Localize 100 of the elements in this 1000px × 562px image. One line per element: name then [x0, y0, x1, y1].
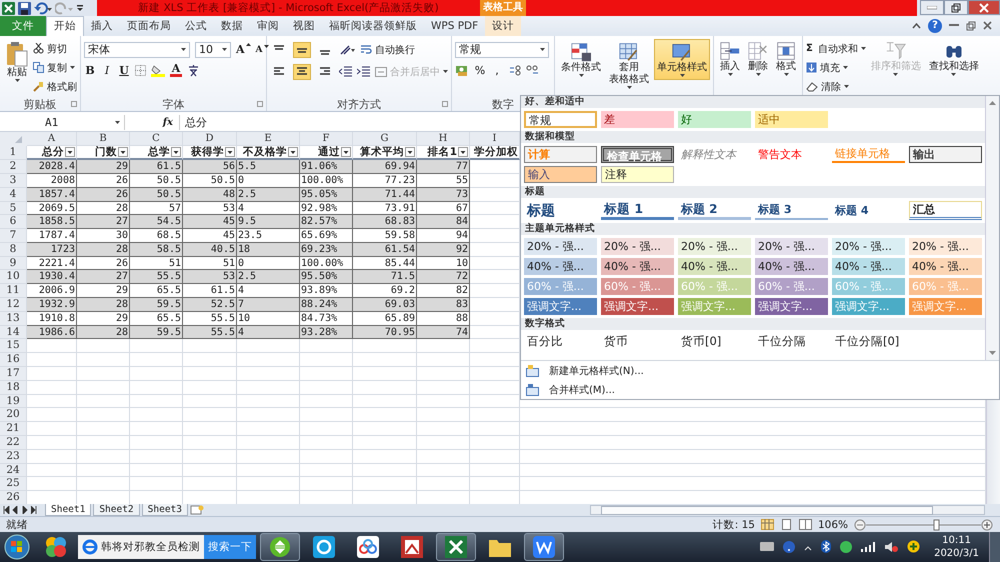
cell-style-option[interactable]: 20% - 强...	[678, 238, 751, 255]
horizontal-align-button[interactable]	[293, 64, 311, 80]
filter-dropdown-icon[interactable]	[171, 147, 181, 158]
ribbon-tab[interactable]: 公式	[178, 16, 214, 36]
cell-style-option[interactable]: 40% - 强...	[524, 258, 597, 275]
row-header[interactable]: 15	[0, 339, 27, 354]
scroll-down-icon[interactable]	[988, 350, 997, 356]
row-header[interactable]: 14	[0, 326, 27, 340]
ribbon-tab[interactable]: 视图	[286, 16, 322, 36]
filter-dropdown-icon[interactable]	[405, 147, 415, 158]
cell-style-option[interactable]: 汇总	[909, 201, 982, 220]
ribbon-tab[interactable]: 设计	[485, 16, 522, 36]
cell-style-option[interactable]: 千位分隔[0]	[832, 333, 905, 350]
cells-button[interactable]: 插入	[717, 38, 743, 78]
plus-circle-icon[interactable]	[907, 540, 920, 554]
sheet-tab[interactable]: Sheet1	[45, 504, 92, 516]
column-header[interactable]: C	[130, 132, 183, 146]
cell-style-option[interactable]: 20% - 强...	[601, 238, 674, 255]
row-header[interactable]: 9	[0, 256, 27, 270]
menu-item[interactable]: 新建单元格样式(N)...	[521, 361, 999, 380]
cell-style-option[interactable]: 40% - 强...	[755, 258, 828, 275]
row-header[interactable]: 3	[0, 174, 27, 188]
cells-button[interactable]: 格式	[773, 38, 799, 78]
cell-style-option[interactable]: 差	[601, 111, 674, 128]
column-header[interactable]: B	[77, 132, 130, 146]
font-size-field[interactable]: 10	[195, 42, 231, 58]
cell-style-option[interactable]: 40% - 强...	[678, 258, 751, 275]
restore-button[interactable]	[944, 0, 968, 15]
page-break-view-icon[interactable]	[798, 519, 812, 530]
ribbon-tab[interactable]: 审阅	[250, 16, 286, 36]
cell-styles-button[interactable]: 条件格式	[558, 38, 604, 80]
filter-dropdown-icon[interactable]	[118, 147, 128, 158]
row-header[interactable]: 5	[0, 202, 27, 216]
name-box[interactable]: A1	[0, 115, 125, 130]
row-header[interactable]: 10	[0, 270, 27, 284]
horizontal-scrollbar[interactable]	[590, 505, 985, 516]
filter-dropdown-icon[interactable]	[65, 147, 75, 158]
cell-style-option[interactable]: 强调文字...	[601, 298, 674, 315]
autosum-button[interactable]: Σ 自动求和	[806, 40, 866, 57]
ribbon-tab[interactable]: 插入	[84, 16, 120, 36]
percent-button[interactable]: %	[474, 64, 486, 77]
cell-style-option[interactable]: 20% - 强...	[832, 238, 905, 255]
decrease-indent-icon[interactable]	[339, 66, 352, 78]
dialog-launcher-icon[interactable]	[71, 101, 77, 108]
search-button[interactable]: 搜索一下	[204, 534, 256, 559]
font-color-button[interactable]: A	[170, 64, 182, 77]
save-icon[interactable]	[18, 2, 31, 14]
ribbon-tab[interactable]: 页面布局	[120, 16, 178, 36]
speaker-muted-icon[interactable]	[884, 540, 898, 553]
cell-style-option[interactable]: 40% - 强...	[601, 258, 674, 275]
column-header[interactable]: G	[353, 132, 417, 146]
network-signal-icon[interactable]	[861, 542, 876, 552]
bold-button[interactable]: B	[84, 64, 96, 77]
row-header[interactable]: 1	[0, 146, 27, 160]
decrease-decimal-icon[interactable]	[526, 64, 539, 76]
dialog-launcher-icon[interactable]	[442, 101, 448, 108]
cell-style-option[interactable]: 输出	[909, 146, 982, 163]
close-icon[interactable]	[983, 21, 992, 30]
underline-button[interactable]: U	[118, 64, 130, 77]
column-header[interactable]: D	[183, 132, 237, 146]
comma-button[interactable]: ,	[491, 64, 503, 77]
cell-style-option[interactable]: 适中	[755, 111, 828, 128]
row-header[interactable]: 12	[0, 298, 27, 312]
insert-sheet-icon[interactable]	[190, 505, 204, 516]
row-header[interactable]: 16	[0, 353, 27, 368]
borders-icon[interactable]	[135, 64, 146, 76]
row-header[interactable]: 21	[0, 422, 27, 436]
cell-style-option[interactable]: 20% - 强...	[755, 238, 828, 255]
ribbon-tab[interactable]: 开始	[46, 16, 84, 36]
filter-dropdown-icon[interactable]	[225, 147, 235, 158]
cell-style-option[interactable]: 强调文字...	[755, 298, 828, 315]
scroll-thumb[interactable]	[601, 506, 933, 515]
format-painter-button[interactable]: 格式刷	[33, 78, 77, 95]
font-name-field[interactable]: 宋体	[84, 42, 190, 58]
grow-font-button[interactable]: A	[236, 43, 251, 56]
cell-style-option[interactable]: 货币[0]	[678, 333, 751, 350]
cell-style-option[interactable]: 标题	[524, 201, 597, 220]
italic-button[interactable]: I	[101, 64, 113, 77]
row-header[interactable]: 4	[0, 188, 27, 202]
cell-style-option[interactable]: 标题 4	[832, 201, 905, 220]
ribbon-tab[interactable]: 福昕阅读器领鲜版	[322, 16, 424, 36]
gallery-scrollbar[interactable]	[985, 96, 999, 360]
round-app-icon[interactable]	[840, 540, 852, 553]
ribbon-tab[interactable]: 数据	[214, 16, 250, 36]
cut-button[interactable]: 剪切	[33, 40, 77, 57]
clear-button[interactable]: 清除	[806, 78, 866, 95]
shrink-font-button[interactable]: A	[256, 44, 269, 55]
currency-icon[interactable]	[455, 64, 469, 76]
zoom-slider-icon[interactable]	[854, 518, 994, 531]
clock-time[interactable]: 10:11	[942, 534, 971, 547]
cell-style-option[interactable]: 常规	[524, 111, 597, 128]
cell-style-option[interactable]: 标题 3	[755, 201, 828, 220]
column-header[interactable]: H	[417, 132, 470, 146]
row-header[interactable]: 20	[0, 408, 27, 422]
zoom-level[interactable]: 106%	[818, 518, 848, 531]
column-header[interactable]: I	[470, 132, 520, 146]
sheet-tab[interactable]: Sheet2	[93, 504, 140, 516]
collapse-ribbon-icon[interactable]	[912, 22, 921, 29]
help-icon[interactable]	[783, 540, 796, 553]
taskbar-app-button[interactable]	[260, 532, 300, 561]
